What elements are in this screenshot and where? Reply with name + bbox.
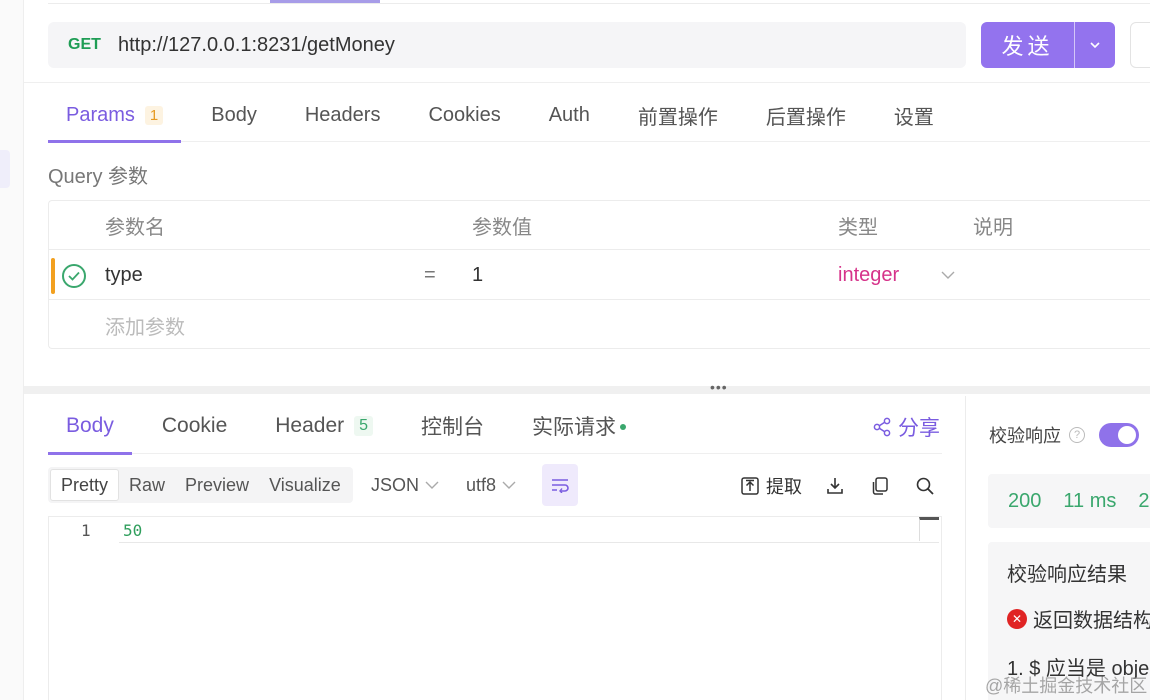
top-tab-strip [48, 0, 1150, 4]
verify-response-label: 校验响应 [989, 426, 1061, 446]
help-icon[interactable]: ? [1069, 427, 1085, 443]
watermark: @稀土掘金技术社区 [985, 676, 1148, 696]
response-size: 2 [1138, 489, 1150, 512]
share-icon [873, 417, 891, 437]
response-stats: 200 11 ms 2 [988, 474, 1150, 528]
tab-label: 实际请求 [532, 416, 617, 439]
app-frame: GET http://127.0.0.1:8231/getMoney 发送 Pa… [0, 0, 1150, 700]
toggle-knob [1118, 426, 1136, 444]
tab-cookies[interactable]: Cookies [428, 88, 500, 142]
search-button[interactable] [915, 472, 935, 500]
share-button[interactable]: 分享 [872, 412, 940, 442]
status-dot [620, 424, 627, 430]
tab-response-body[interactable]: Body [48, 398, 132, 455]
view-raw[interactable]: Raw [119, 469, 175, 501]
validation-error-text: 返回数据结构 [1033, 610, 1150, 632]
verify-response-toggle[interactable] [1099, 423, 1139, 447]
tab-post-operations[interactable]: 后置操作 [766, 88, 846, 142]
share-label: 分享 [898, 417, 940, 440]
column-header-type: 类型 [838, 217, 878, 239]
sidebar-active-marker [0, 150, 10, 188]
chevron-down-icon [502, 481, 516, 489]
view-visualize[interactable]: Visualize [259, 469, 351, 501]
active-tab-indicator [270, 0, 380, 3]
extract-label: 提取 [766, 477, 802, 497]
url-bar[interactable]: GET http://127.0.0.1:8231/getMoney [48, 22, 966, 68]
view-preview[interactable]: Preview [175, 469, 259, 501]
format-select[interactable]: JSON [371, 467, 439, 503]
tab-headers[interactable]: Headers [305, 88, 381, 142]
tab-response-header[interactable]: Header 5 [275, 398, 374, 454]
param-type-value: integer [838, 264, 900, 286]
validation-result-title: 校验响应结果 [1007, 564, 1127, 586]
table-row: type = 1 integer [49, 251, 1150, 300]
view-pretty[interactable]: Pretty [50, 469, 120, 501]
tab-response-cookie[interactable]: Cookie [162, 398, 227, 454]
column-header-value: 参数值 [472, 217, 532, 239]
save-button[interactable] [1130, 22, 1150, 68]
param-value-input[interactable]: 1 [472, 251, 483, 300]
editor-scrollbar[interactable] [919, 517, 939, 541]
status-code: 200 [1008, 489, 1042, 512]
url-input[interactable]: http://127.0.0.1:8231/getMoney [118, 34, 395, 57]
validation-error: ✕ 返回数据结构 [1007, 604, 1150, 633]
word-wrap-button[interactable] [542, 464, 578, 506]
search-icon [916, 477, 934, 495]
param-enabled-checkbox[interactable] [62, 264, 86, 288]
add-param-row[interactable]: 添加参数 [49, 301, 1150, 350]
extract-icon [741, 477, 759, 495]
chevron-down-icon[interactable] [941, 251, 955, 300]
param-type-select[interactable]: integer [838, 251, 899, 300]
column-header-name: 参数名 [105, 217, 165, 239]
params-count-badge: 1 [144, 105, 164, 125]
encoding-value: utf8 [466, 474, 497, 495]
header-count-badge: 5 [354, 416, 374, 436]
validation-panel: 校验响应 ? 200 11 ms 2 校验响应结果 ✕ 返回数据结构 1. $ … [966, 396, 1150, 700]
copy-button[interactable] [870, 472, 890, 500]
tab-auth[interactable]: Auth [549, 88, 590, 142]
error-icon: ✕ [1007, 608, 1027, 629]
equals-sign: = [424, 264, 436, 286]
add-param-placeholder[interactable]: 添加参数 [105, 301, 185, 350]
left-sidebar-strip [0, 0, 24, 700]
query-params-title: Query 参数 [48, 166, 149, 188]
line-number: 1 [81, 521, 91, 540]
download-icon [827, 478, 843, 494]
tab-pre-operations[interactable]: 前置操作 [638, 88, 718, 142]
method-select[interactable]: GET [68, 36, 118, 54]
response-time: 11 ms [1063, 489, 1117, 512]
param-name-input[interactable]: type [105, 251, 143, 300]
tab-settings[interactable]: 设置 [894, 88, 934, 142]
response-tabs: Body Cookie Header 5 控制台 实际请求 [48, 398, 942, 455]
tab-label: Params [66, 103, 135, 126]
tab-label: Header [275, 414, 345, 437]
response-body-text[interactable]: 50 [123, 521, 142, 540]
send-button[interactable]: 发送 [981, 22, 1115, 68]
panel-splitter[interactable]: ••• [24, 379, 1150, 395]
response-editor[interactable]: 1 50 [48, 516, 942, 700]
tab-console[interactable]: 控制台 [421, 398, 484, 454]
current-line-highlight [119, 519, 939, 543]
extract-button[interactable]: 提取 [740, 472, 802, 500]
tab-params[interactable]: Params 1 [48, 88, 182, 143]
column-header-description: 说明 [973, 217, 1013, 239]
table-header-row: 参数名 参数值 类型 说明 [49, 201, 1150, 250]
verify-response-row: 校验响应 ? [989, 422, 1139, 448]
word-wrap-icon [552, 479, 569, 493]
request-tabs: Params 1 Body Headers Cookies Auth 前置操作 … [48, 88, 1150, 143]
send-options-chevron-down-icon[interactable] [1075, 22, 1115, 68]
divider [24, 82, 1150, 83]
tab-body[interactable]: Body [211, 88, 257, 142]
format-value: JSON [371, 474, 420, 495]
drag-handle[interactable] [51, 258, 55, 294]
encoding-select[interactable]: utf8 [466, 467, 516, 503]
params-table: 参数名 参数值 类型 说明 type = 1 integer 添加参数 [48, 200, 1150, 349]
send-button-label[interactable]: 发送 [981, 22, 1075, 68]
tab-actual-request[interactable]: 实际请求 [532, 398, 627, 454]
copy-icon [872, 477, 888, 495]
download-button[interactable] [825, 472, 845, 500]
drag-dots-icon[interactable]: ••• [710, 379, 728, 395]
view-mode-switch: Pretty Raw Preview Visualize [48, 467, 353, 503]
chevron-down-icon [425, 481, 439, 489]
